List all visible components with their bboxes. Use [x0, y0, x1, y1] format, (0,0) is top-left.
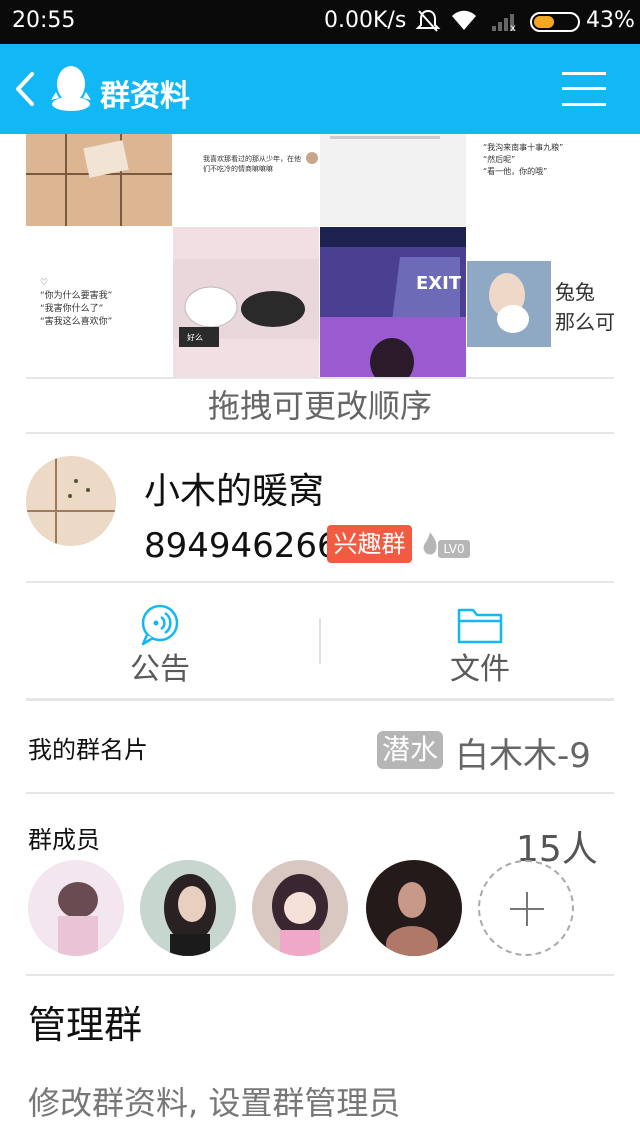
battery-percent: 43%	[586, 8, 635, 33]
title-bar: 群资料	[0, 44, 640, 134]
status-net-speed: 0.00K/s	[324, 8, 407, 33]
page-title: 群资料	[100, 79, 190, 114]
add-member-button[interactable]	[478, 860, 574, 956]
files-button[interactable]: 文件	[380, 604, 580, 687]
gallery-photo-7[interactable]: EXIT	[320, 227, 466, 377]
gallery-photo-5[interactable]: ♡ “你为什么要害我” “我害你什么了” “害我这么喜欢你”	[26, 227, 172, 377]
group-id: 894946266	[144, 526, 339, 566]
qq-penguin-icon	[51, 66, 91, 111]
manage-group-description: 修改群资料, 设置群管理员	[28, 1084, 401, 1122]
gallery-caption: 兔兔 那么可	[555, 280, 614, 334]
gallery-photo-3[interactable]	[320, 134, 466, 226]
svg-text:x: x	[510, 23, 516, 32]
folder-icon	[457, 608, 503, 644]
gallery-caption: “我沟来南事十事九粮” “然后呢” “看一他，你的哦”	[483, 143, 564, 176]
gallery-photo-1[interactable]	[26, 134, 172, 226]
plus-icon-stroke	[526, 892, 528, 926]
gallery-caption: ♡ “你为什么要害我” “我害你什么了” “害我这么喜欢你”	[40, 278, 113, 327]
flame-icon	[423, 532, 437, 555]
divider	[26, 792, 614, 794]
member-avatar[interactable]	[252, 860, 348, 956]
divider	[26, 432, 614, 434]
group-level-badge: LV0	[420, 530, 470, 558]
manage-group-section[interactable]: 管理群 修改群资料, 设置群管理员	[0, 976, 640, 1138]
notice-label: 公告	[130, 652, 190, 687]
gallery-photo-6[interactable]: 好么	[173, 227, 319, 377]
divider	[26, 698, 614, 701]
megaphone-speech-icon	[141, 604, 179, 646]
group-name: 小木的暖窝	[144, 471, 325, 512]
gallery-photo-2[interactable]: 我喜欢那看过的那从少年，在他 们不吃冷的情商嘛嘛嘛	[173, 134, 319, 226]
back-chevron-icon[interactable]	[10, 68, 40, 110]
action-divider	[319, 618, 321, 664]
files-label: 文件	[450, 652, 510, 687]
group-avatar[interactable]	[26, 456, 116, 546]
mini-avatar	[306, 152, 318, 164]
wifi-icon	[452, 10, 476, 30]
photo-gallery: 我喜欢那看过的那从少年，在他 们不吃冷的情商嘛嘛嘛 “我沟来南事十事九粮” “然…	[26, 134, 614, 377]
member-avatar[interactable]	[140, 860, 236, 956]
gallery-caption: 我喜欢那看过的那从少年，在他 们不吃冷的情商嘛嘛嘛	[203, 155, 301, 173]
gallery-photo-8[interactable]: 兔兔 那么可	[467, 227, 614, 377]
my-card-label: 我的群名片	[28, 736, 148, 764]
member-avatar[interactable]	[28, 860, 124, 956]
status-bar: 20:55 0.00K/s x 43%	[0, 0, 640, 44]
hamburger-menu-icon[interactable]	[562, 72, 606, 106]
members-label: 群成员	[28, 826, 100, 854]
battery-icon	[530, 12, 580, 32]
gallery-caption: EXIT	[416, 273, 462, 294]
gallery-photo-4[interactable]: “我沟来南事十事九粮” “然后呢” “看一他，你的哦”	[467, 134, 614, 226]
member-avatar[interactable]	[366, 860, 462, 956]
status-time: 20:55	[12, 8, 76, 33]
bell-muted-icon	[415, 9, 441, 32]
group-level-label: LV0	[438, 540, 470, 558]
drag-hint: 拖拽可更改顺序	[207, 387, 432, 425]
lurker-tag: 潜水	[377, 731, 443, 769]
divider	[26, 581, 614, 583]
gallery-caption: 好么	[187, 333, 203, 342]
my-card-nickname: 白木木-9	[455, 736, 591, 776]
interest-group-tag: 兴趣群	[327, 525, 412, 563]
signal-icon: x	[492, 14, 516, 32]
manage-group-title: 管理群	[28, 1003, 143, 1047]
notice-button[interactable]: 公告	[60, 604, 260, 687]
